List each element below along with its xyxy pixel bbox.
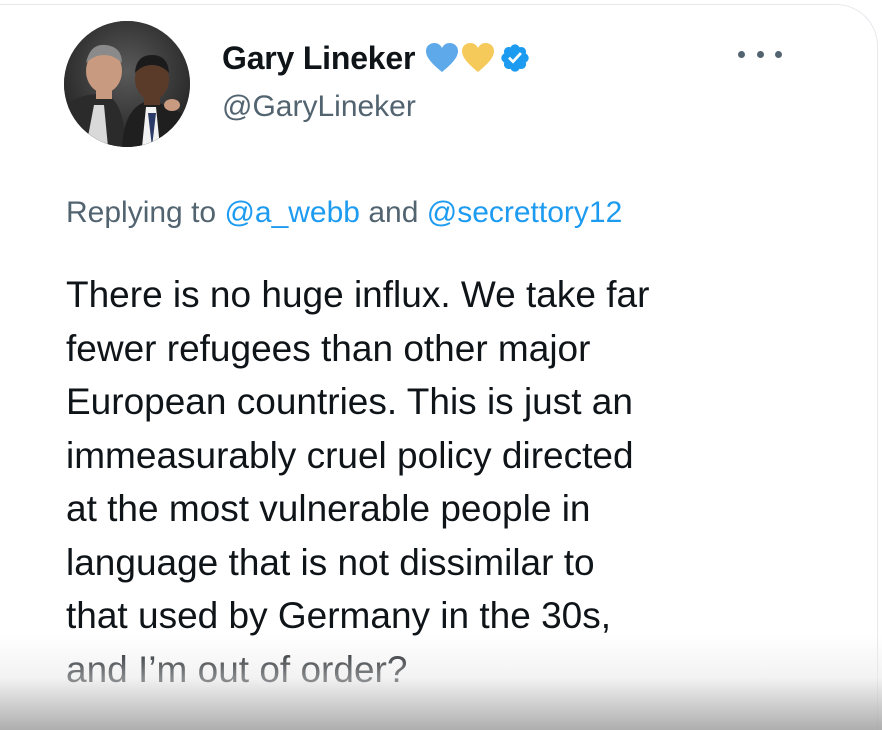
- yellow-heart-icon: [462, 43, 495, 72]
- verified-badge-icon[interactable]: [499, 42, 531, 74]
- reply-prefix: Replying to: [66, 196, 217, 229]
- tweet-text-line: European countries. This is just an: [66, 381, 633, 422]
- more-options-icon[interactable]: [738, 44, 782, 64]
- author-name-row: Gary Lineker: [222, 38, 531, 78]
- author-display-name[interactable]: Gary Lineker: [222, 40, 415, 77]
- tweet-text-line: and I’m out of order?: [66, 648, 408, 690]
- avatar[interactable]: [64, 21, 190, 147]
- reply-conjunction: and: [368, 196, 419, 229]
- author-handle[interactable]: @GaryLineker: [222, 90, 416, 124]
- more-dot: [756, 50, 764, 58]
- tweet-text-line: that used by Germany in the 30s,: [66, 595, 612, 636]
- tweet-text-line: immeasurably cruel policy directed: [66, 434, 634, 476]
- tweet-text-line: There is no huge influx. We take far: [66, 274, 650, 315]
- tweet-text: There is no huge influx. We take far few…: [66, 268, 846, 696]
- author-badges: [425, 42, 531, 74]
- tweet-text-line: at the most vulnerable people in: [66, 488, 591, 529]
- avatar-photo: [64, 21, 190, 147]
- more-dot: [738, 50, 745, 58]
- reply-mention-a-webb[interactable]: @a_webb: [224, 196, 360, 229]
- blue-heart-icon: [426, 43, 459, 72]
- tweet-text-line: language that is not dissimilar to: [66, 541, 595, 583]
- tweet-text-line: fewer refugees than other major: [66, 327, 591, 369]
- tweet-card: Gary Lineker @GaryLineker Replying to @a…: [0, 0, 882, 730]
- more-dot: [775, 50, 782, 58]
- reply-context: Replying to @a_webb and @secrettory12: [66, 196, 622, 230]
- reply-mention-secrettory12[interactable]: @secrettory12: [427, 196, 623, 229]
